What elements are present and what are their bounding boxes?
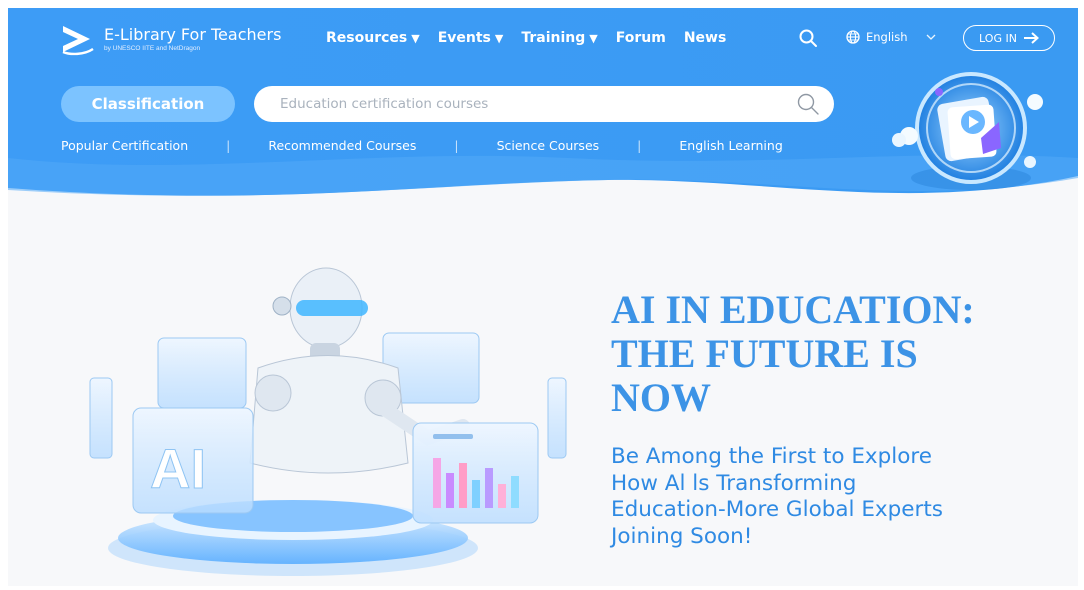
brand-logo[interactable]: E-Library For Teachers by UNESCO IITE an…	[60, 22, 281, 56]
headline-line: AI IN EDUCATION:	[611, 287, 975, 332]
nav-item-label: Forum	[615, 30, 666, 46]
dropdown-arrow-icon: ▼	[411, 31, 420, 45]
nav-item-label: News	[683, 30, 727, 46]
main-nav: Resources ▼ Events ▼ Training ▼ Forum Ne…	[326, 30, 726, 46]
globe-icon	[846, 30, 860, 44]
banner-headline: AI IN EDUCATION: THE FUTURE IS NOW	[611, 288, 1071, 420]
link-separator: |	[226, 138, 231, 153]
subhead-line: Education-More Global Experts	[611, 497, 944, 522]
nav-item-label: Resources	[326, 30, 408, 46]
nav-item-label: Training	[521, 30, 586, 46]
nav-item-news[interactable]: News	[684, 30, 726, 46]
banner-subhead: Be Among the First to Explore How Al ls …	[611, 444, 1031, 550]
book-badge-illustration	[892, 72, 1043, 190]
ai-robot-illustration: AI	[89, 267, 567, 576]
quick-link-english-learning[interactable]: English Learning	[679, 138, 782, 153]
subhead-line: Joining Soon!	[611, 523, 753, 549]
logo-mark-icon	[62, 26, 94, 56]
headline-line: THE FUTURE IS	[611, 331, 918, 376]
ai-badge-text: AI	[150, 437, 206, 500]
search-icon[interactable]	[796, 92, 820, 116]
page: E-Library For Teachers by UNESCO IITE an…	[8, 8, 1078, 586]
search-input[interactable]	[280, 96, 760, 112]
quick-links: Popular Certification | Recommended Cour…	[61, 138, 783, 153]
brand-title: E-Library For Teachers	[104, 24, 282, 44]
nav-item-label: Events	[437, 30, 491, 46]
link-separator: |	[454, 138, 459, 153]
quick-link-popular-certification[interactable]: Popular Certification	[61, 138, 188, 153]
language-label: English	[866, 30, 908, 44]
quick-link-recommended-courses[interactable]: Recommended Courses	[268, 138, 416, 153]
dropdown-arrow-icon: ▼	[494, 31, 504, 45]
dropdown-arrow-icon: ▼	[589, 31, 598, 45]
login-button[interactable]: LOG IN	[963, 25, 1055, 51]
quick-link-science-courses[interactable]: Science Courses	[497, 138, 600, 153]
nav-item-training[interactable]: Training ▼	[521, 30, 597, 46]
chevron-down-icon	[926, 34, 935, 40]
nav-item-forum[interactable]: Forum	[616, 30, 666, 46]
brand-subtitle: by UNESCO IITE and NetDragon	[104, 44, 201, 52]
link-separator: |	[637, 138, 642, 153]
headline-line: NOW	[611, 375, 711, 420]
nav-item-events[interactable]: Events ▼	[438, 30, 504, 46]
nav-item-resources[interactable]: Resources ▼	[326, 30, 420, 46]
subhead-line: Be Among the First to Explore	[611, 444, 933, 469]
language-selector[interactable]: English	[846, 30, 936, 44]
header-hero: E-Library For Teachers by UNESCO IITE an…	[8, 8, 1078, 218]
classification-button[interactable]: Classification	[61, 86, 235, 122]
login-label: LOG IN	[979, 31, 1017, 45]
search-icon[interactable]	[798, 28, 818, 48]
subhead-line: How Al ls Transforming	[611, 470, 857, 496]
arrow-right-icon	[1023, 32, 1039, 44]
search-bar	[254, 86, 834, 122]
